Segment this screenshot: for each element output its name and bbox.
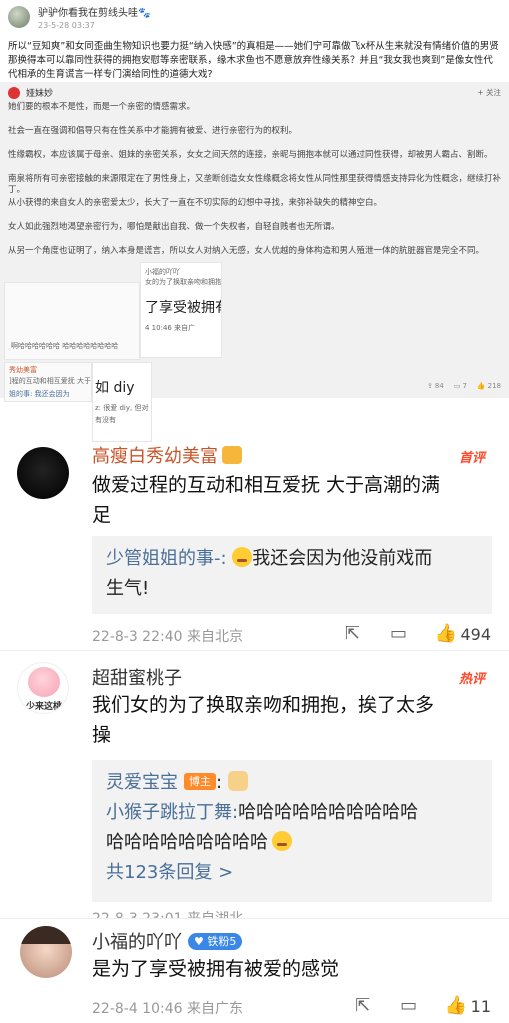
dog-emoji-icon [228,771,249,791]
comment-meta: 22-8-4 10:46 来自广东 [92,1001,243,1017]
like-icon[interactable]: 👍 [434,624,456,644]
screenshot-image[interactable]: 啊哈哈哈哈哈哈 哈哈哈哈哈哈哈哈 [4,282,140,360]
like-count: 11 [470,996,491,1016]
like-icon[interactable]: 👍 [445,996,467,1016]
reply-author[interactable]: 少管姐姐的事-: [106,548,227,569]
reply-author[interactable]: 小猴子跳拉丁舞: [106,802,238,823]
quote-stats: ⇪ 84 ▭ 7 👍 218 [427,382,501,390]
comment-actions: ⇱ ▭ 👍 11 [327,996,491,1016]
screenshot-image[interactable]: 如 diy z: 很爱 diy, 但对 有没有 [92,362,152,442]
avatar[interactable] [17,447,69,499]
member-crown-icon [222,446,242,464]
blogger-tag: 博主 [184,773,216,790]
quote-paragraph: 社会一直在强调和倡导只有在性关系中才能拥有被爱、进行亲密行为的权利。 [8,126,298,136]
more-replies-link[interactable]: 共123条回复 > [106,858,478,888]
image-collage[interactable]: 啊哈哈哈哈哈哈 哈哈哈哈哈哈哈哈 小福的吖吖 女的为了换取亲吻和拥抱, 了享受被… [4,262,222,442]
comment-meta: 22-8-3 22:40 来自北京 [92,629,243,645]
hair-shape [20,926,72,944]
post-text: 所以“豆知爽”和女同歪曲生物知识也要力挺“纳入快感”的真相是——她们宁可靠做飞x… [8,41,499,80]
screenshot-image[interactable]: 小福的吖吖 女的为了换取亲吻和拥抱, 了享受被拥有 4 10:46 来自广 [140,262,222,358]
avatar[interactable] [8,86,20,99]
follow-button[interactable]: + 关注 [477,87,501,98]
comment-author[interactable]: 小福的吖吖 ♥ 铁粉5 [92,928,243,954]
reply-box[interactable]: 灵爱宝宝 博主: 小猴子跳拉丁舞:哈哈哈哈哈哈哈哈哈哈 哈哈哈哈哈哈哈哈哈 共12… [92,760,492,902]
reply-box[interactable]: 少管姐姐的事-: 我还会因为他没前戏而 生气! [92,536,492,614]
screenshot-image[interactable]: 秀幼美富 ]程的互动和相互爱抚 大于 姐的事: 我还会因为 [4,362,92,402]
quote-paragraph: 女人如此强烈地渴望亲密行为，哪怕是献出自我、做一个失权者，自轻自贱者也无所谓。 [8,222,340,232]
comment-author[interactable]: 超甜蜜桃子 [92,664,182,690]
peach-icon [28,667,60,697]
quote-author[interactable]: 娅妹妙 [26,86,53,99]
first-comment-badge: 首评 [458,451,485,466]
comment-text: 是为了享受被拥有被爱的感觉 [92,958,340,980]
quote-paragraph: 从小获得的来自女人的亲密爱太少，长大了一直在不切实际的幻想中寻找，来弥补缺失的精… [8,198,383,208]
reply-author[interactable]: 灵爱宝宝 [106,772,178,793]
laughing-emoji-icon [272,831,292,851]
comment-stat[interactable]: ▭ 7 [454,382,467,390]
fan-badge: ♥ 铁粉5 [188,933,243,950]
quoted-post[interactable]: 娅妹妙 + 关注 她们要的根本不是性，而是一个亲密的情感需求。 社会一直在强调和… [0,82,509,442]
avatar-caption: 少来这桃 [25,702,62,712]
post-time: 23-5-28 03:37 [38,21,95,30]
comment-actions: ⇱ ▭ 👍 494 [316,624,491,644]
quote-paragraph: 南泉将所有可亲密接触的来源限定在了男性身上，又垄断创造女女性缘概念将女性从同性那… [8,174,502,195]
share-icon[interactable]: ⇱ [342,624,362,644]
comment-icon[interactable]: ▭ [399,996,419,1016]
original-post: 驴驴你看我在剪线头哇🐾 23-5-28 03:37 所以“豆知爽”和女同歪曲生物… [0,0,509,442]
post-author[interactable]: 驴驴你看我在剪线头哇🐾 [38,4,150,19]
like-count: 494 [460,624,491,644]
avatar[interactable]: 少来这桃 [17,662,69,714]
thinking-emoji-icon [232,547,253,567]
comment-text: 做爱过程的互动和相互爱抚 大于高潮的满 足 [92,474,441,526]
avatar[interactable] [8,6,30,28]
divider [0,918,509,919]
like-icon: 👍 [476,382,486,390]
post-header: 驴驴你看我在剪线头哇🐾 23-5-28 03:37 [8,4,150,30]
comment-text: 我们女的为了换取亲吻和拥抱，挨了太多 操 [92,694,435,746]
comment-icon[interactable]: ▭ [388,624,408,644]
quote-paragraph: 她们要的根本不是性，而是一个亲密的情感需求。 [8,102,196,112]
quote-paragraph: 性缘霸权，本应该属于母亲、姐妹的亲密关系，女女之间天然的连接，亲昵与拥抱本就可以… [8,150,493,160]
quote-header: 娅妹妙 [8,86,53,99]
divider [0,650,509,651]
quote-paragraph: 从另一个角度也证明了，纳入本身是谎言，所以女人对纳入无感，女人优越的身体构造和男… [8,246,485,256]
comment-author[interactable]: 高瘦白秀幼美富 [92,442,242,468]
share-icon: ⇪ [427,382,433,390]
avatar[interactable] [20,926,72,978]
comment-icon: ▭ [453,382,461,390]
like-stat[interactable]: 👍 218 [477,382,501,390]
share-icon[interactable]: ⇱ [353,996,373,1016]
share-stat[interactable]: ⇪ 84 [427,382,444,390]
hot-comment-badge: 热评 [458,672,485,687]
